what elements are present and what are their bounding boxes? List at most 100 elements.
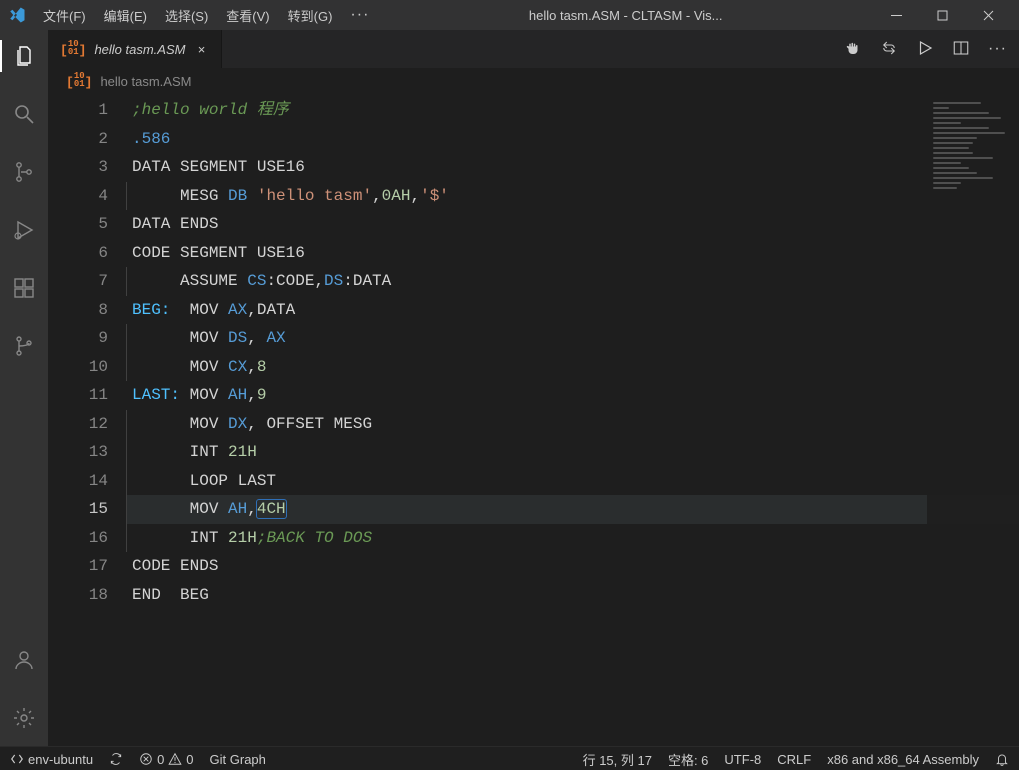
activity-bar bbox=[0, 30, 48, 746]
minimize-button[interactable] bbox=[873, 0, 919, 30]
compare-icon[interactable] bbox=[880, 39, 898, 60]
extensions-icon bbox=[12, 276, 36, 300]
close-button[interactable] bbox=[965, 0, 1011, 30]
warning-icon bbox=[168, 752, 182, 766]
sync-icon bbox=[109, 752, 123, 766]
activity-git-graph[interactable] bbox=[0, 326, 48, 366]
line-number: 4 bbox=[48, 182, 108, 211]
run-debug-icon bbox=[12, 218, 36, 242]
window-controls bbox=[873, 0, 1011, 30]
line-number: 17 bbox=[48, 552, 108, 581]
tab-label: hello tasm.ASM bbox=[94, 42, 185, 57]
line-number: 8 bbox=[48, 296, 108, 325]
remote-icon bbox=[10, 752, 24, 766]
status-problems[interactable]: 0 0 bbox=[139, 752, 193, 767]
code-line[interactable]: ASSUME CS:CODE,DS:DATA bbox=[126, 267, 1019, 296]
code-line[interactable]: MOV AH,4CH bbox=[126, 495, 1019, 524]
split-editor-icon[interactable] bbox=[952, 39, 970, 60]
status-indent[interactable]: 空格: 6 bbox=[668, 750, 708, 769]
gear-icon bbox=[12, 706, 36, 730]
code-line[interactable]: DATA SEGMENT USE16 bbox=[126, 153, 1019, 182]
activity-settings[interactable] bbox=[0, 698, 48, 738]
status-language[interactable]: x86 and x86_64 Assembly bbox=[827, 752, 979, 767]
status-git-graph[interactable]: Git Graph bbox=[210, 752, 266, 767]
code-line[interactable]: .586 bbox=[126, 125, 1019, 154]
activity-run[interactable] bbox=[0, 210, 48, 250]
line-number: 2 bbox=[48, 125, 108, 154]
code-line[interactable]: MOV CX,8 bbox=[126, 353, 1019, 382]
code-line[interactable]: MESG DB 'hello tasm',0AH,'$' bbox=[126, 182, 1019, 211]
error-icon bbox=[139, 752, 153, 766]
code-line[interactable]: END BEG bbox=[126, 581, 1019, 610]
activity-extensions[interactable] bbox=[0, 268, 48, 308]
search-icon bbox=[12, 102, 36, 126]
editor-group: 1001 hello tasm.ASM × ··· 1001 hello tas… bbox=[48, 30, 1019, 746]
code-line[interactable]: MOV DS, AX bbox=[126, 324, 1019, 353]
breadcrumb-file: hello tasm.ASM bbox=[100, 74, 191, 89]
code-lines[interactable]: ;hello world 程序.586DATA SEGMENT USE16 ME… bbox=[126, 94, 1019, 746]
activity-account[interactable] bbox=[0, 640, 48, 680]
line-number: 10 bbox=[48, 353, 108, 382]
maximize-button[interactable] bbox=[919, 0, 965, 30]
tab-close-icon[interactable]: × bbox=[193, 42, 209, 57]
code-line[interactable]: BEG: MOV AX,DATA bbox=[126, 296, 1019, 325]
line-number: 3 bbox=[48, 153, 108, 182]
tab-bar: 1001 hello tasm.ASM × ··· bbox=[48, 30, 1019, 68]
code-line[interactable]: INT 21H;BACK TO DOS bbox=[126, 524, 1019, 553]
files-icon bbox=[12, 44, 36, 68]
activity-search[interactable] bbox=[0, 94, 48, 134]
activity-explorer[interactable] bbox=[0, 36, 48, 76]
minimap[interactable] bbox=[927, 94, 1019, 746]
status-encoding[interactable]: UTF-8 bbox=[724, 752, 761, 767]
git-graph-icon bbox=[12, 334, 36, 358]
code-line[interactable]: DATA ENDS bbox=[126, 210, 1019, 239]
status-bar: env-ubuntu 0 0 Git Graph 行 15, 列 17 空格: … bbox=[0, 746, 1019, 770]
line-number: 15 bbox=[48, 495, 108, 524]
menu-select[interactable]: 选择(S) bbox=[156, 2, 217, 29]
status-error-count: 0 bbox=[157, 752, 164, 767]
menu-file[interactable]: 文件(F) bbox=[34, 2, 95, 29]
status-eol[interactable]: CRLF bbox=[777, 752, 811, 767]
line-number: 16 bbox=[48, 524, 108, 553]
line-number: 11 bbox=[48, 381, 108, 410]
account-icon bbox=[12, 648, 36, 672]
code-line[interactable]: LAST: MOV AH,9 bbox=[126, 381, 1019, 410]
title-bar: 文件(F) 编辑(E) 选择(S) 查看(V) 转到(G) ··· hello … bbox=[0, 0, 1019, 30]
menu-view[interactable]: 查看(V) bbox=[217, 2, 278, 29]
status-cursor[interactable]: 行 15, 列 17 bbox=[583, 750, 652, 769]
code-line[interactable]: CODE SEGMENT USE16 bbox=[126, 239, 1019, 268]
run-icon[interactable] bbox=[916, 39, 934, 60]
status-remote[interactable]: env-ubuntu bbox=[10, 752, 93, 767]
status-remote-label: env-ubuntu bbox=[28, 752, 93, 767]
code-line[interactable]: ;hello world 程序 bbox=[126, 96, 1019, 125]
grab-icon[interactable] bbox=[844, 39, 862, 60]
line-number: 9 bbox=[48, 324, 108, 353]
menu-bar: 文件(F) 编辑(E) 选择(S) 查看(V) 转到(G) ··· bbox=[34, 2, 378, 29]
tab-actions: ··· bbox=[832, 30, 1019, 68]
code-line[interactable]: LOOP LAST bbox=[126, 467, 1019, 496]
line-number: 13 bbox=[48, 438, 108, 467]
code-line[interactable]: INT 21H bbox=[126, 438, 1019, 467]
line-number: 6 bbox=[48, 239, 108, 268]
source-control-icon bbox=[12, 160, 36, 184]
code-line[interactable]: MOV DX, OFFSET MESG bbox=[126, 410, 1019, 439]
status-warning-count: 0 bbox=[186, 752, 193, 767]
tab-more-icon[interactable]: ··· bbox=[988, 40, 1007, 58]
line-number-gutter: 123456789101112131415161718 bbox=[48, 94, 126, 746]
menu-goto[interactable]: 转到(G) bbox=[279, 2, 342, 29]
tab-hello-tasm[interactable]: 1001 hello tasm.ASM × bbox=[48, 30, 222, 68]
line-number: 12 bbox=[48, 410, 108, 439]
status-notifications[interactable] bbox=[995, 752, 1009, 766]
activity-scm[interactable] bbox=[0, 152, 48, 192]
status-sync[interactable] bbox=[109, 752, 123, 766]
code-editor[interactable]: 123456789101112131415161718 ;hello world… bbox=[48, 94, 1019, 746]
line-number: 7 bbox=[48, 267, 108, 296]
menu-edit[interactable]: 编辑(E) bbox=[95, 2, 156, 29]
line-number: 1 bbox=[48, 96, 108, 125]
code-line[interactable]: CODE ENDS bbox=[126, 552, 1019, 581]
breadcrumb[interactable]: 1001 hello tasm.ASM bbox=[48, 68, 1019, 94]
menu-more-icon[interactable]: ··· bbox=[341, 2, 378, 29]
asm-file-icon: 1001 bbox=[66, 72, 92, 90]
window-title: hello tasm.ASM - CLTASM - Vis... bbox=[380, 8, 871, 23]
bell-icon bbox=[995, 752, 1009, 766]
